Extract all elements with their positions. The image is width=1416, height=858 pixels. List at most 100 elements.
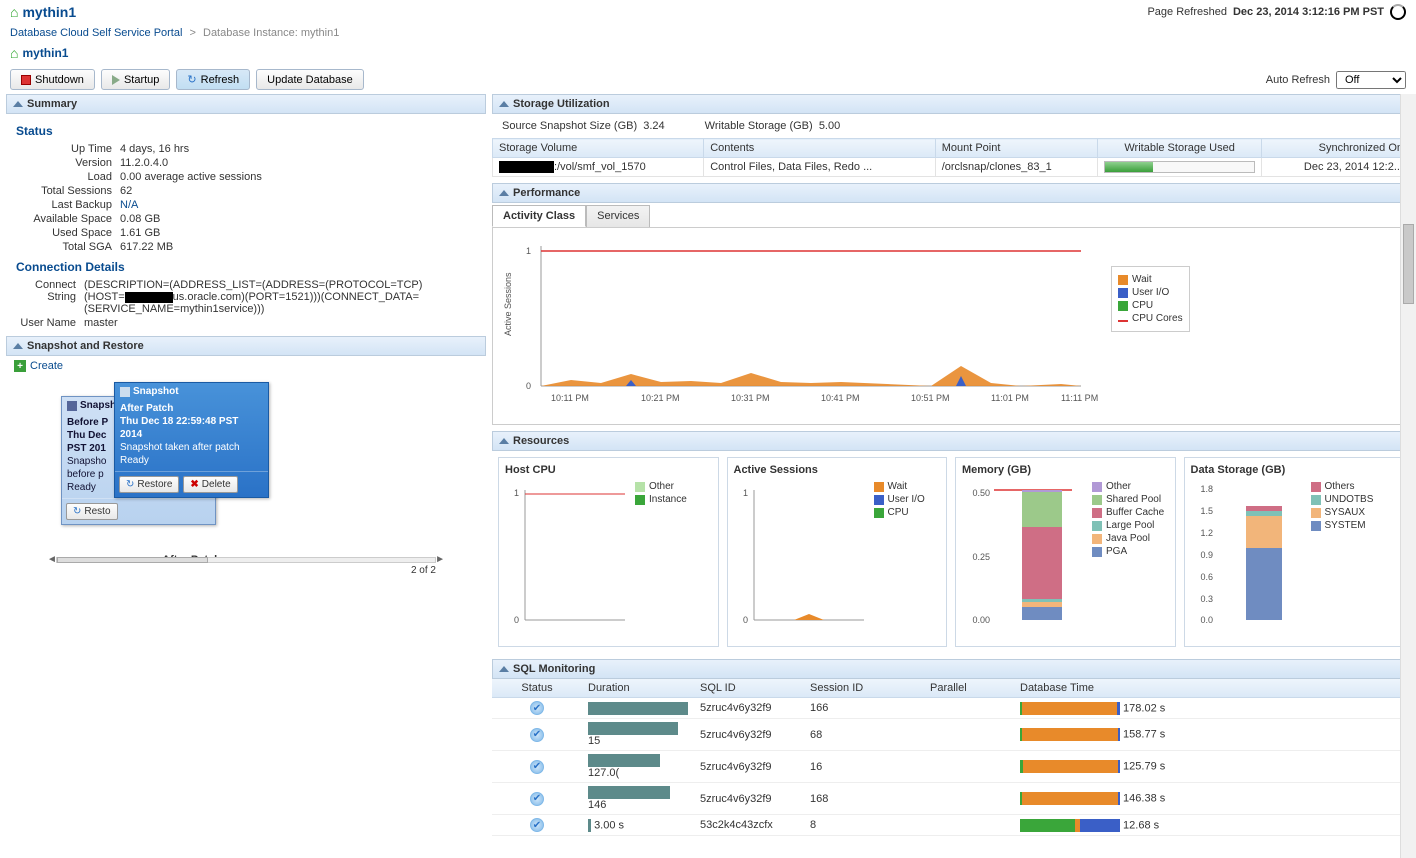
svg-text:1.8: 1.8 — [1200, 484, 1213, 494]
svg-text:11:11 PM: 11:11 PM — [1061, 393, 1098, 403]
svg-text:0.9: 0.9 — [1200, 550, 1213, 560]
sga-value: 617.22 MB — [120, 241, 173, 253]
svg-text:0.6: 0.6 — [1200, 572, 1213, 582]
plus-icon: + — [14, 360, 26, 372]
version-value: 11.2.0.4.0 — [120, 157, 168, 169]
check-icon: ✔ — [530, 701, 544, 715]
table-row[interactable]: ✔ 146 5zruc4v6y32f9168 146.38 s — [492, 783, 1410, 815]
svg-text:1.5: 1.5 — [1200, 506, 1213, 516]
tab-activity-class[interactable]: Activity Class — [492, 205, 586, 227]
svg-text:1.2: 1.2 — [1200, 528, 1213, 538]
table-row[interactable]: ✔ 127.0( 5zruc4v6y32f916 125.79 s — [492, 751, 1410, 783]
load-value: 0.00 average active sessions — [120, 171, 262, 183]
sql-monitoring-panel-header: SQL Monitoring — [492, 659, 1410, 679]
active-sessions-card: Active Sessions 10 WaitUser I/OCPU — [727, 457, 948, 647]
summary-panel-header: Summary — [6, 94, 486, 114]
storage-used-bar — [1104, 161, 1254, 173]
create-snapshot-link[interactable]: +Create — [6, 356, 486, 376]
svg-text:0: 0 — [514, 615, 519, 625]
collapse-icon[interactable] — [499, 190, 509, 196]
page-title-text: mythin1 — [22, 4, 76, 20]
svg-text:1: 1 — [742, 488, 747, 498]
refresh-icon: ↻ — [187, 73, 196, 86]
redacted-host — [125, 292, 173, 303]
svg-text:0: 0 — [742, 615, 747, 625]
shutdown-button[interactable]: Shutdown — [10, 69, 95, 90]
vertical-scrollbar[interactable] — [1400, 94, 1416, 858]
refresh-button[interactable]: ↻Refresh — [176, 69, 250, 90]
table-row[interactable]: ✔ 15 5zruc4v6y32f968 158.77 s — [492, 719, 1410, 751]
status-heading: Status — [16, 120, 476, 142]
svg-text:0.3: 0.3 — [1200, 594, 1213, 604]
svg-text:0.25: 0.25 — [972, 552, 990, 562]
table-row[interactable]: :/vol/smf_vol_1570 Control Files, Data F… — [493, 158, 1410, 177]
update-database-button[interactable]: Update Database — [256, 69, 364, 90]
startup-button[interactable]: Startup — [101, 69, 170, 90]
restore-button[interactable]: ↻Restore — [119, 476, 179, 493]
delete-button[interactable]: ✖Delete — [183, 476, 237, 493]
pager-count: 2 of 2 — [56, 563, 436, 576]
stop-icon — [21, 75, 31, 85]
svg-text:10:21 PM: 10:21 PM — [641, 393, 680, 403]
svg-text:10:31 PM: 10:31 PM — [731, 393, 770, 403]
svg-text:1: 1 — [526, 246, 531, 256]
check-icon: ✔ — [530, 728, 544, 742]
snapshot-card-front[interactable]: Snapshot After Patch Thu Dec 18 22:59:48… — [114, 382, 269, 498]
refresh-icon[interactable] — [1390, 4, 1406, 20]
redacted-volume — [499, 161, 554, 173]
svg-text:0.50: 0.50 — [972, 488, 990, 498]
available-space-value: 0.08 GB — [120, 213, 160, 225]
storage-table: Storage Volume Contents Mount Point Writ… — [492, 138, 1410, 177]
svg-text:10:51 PM: 10:51 PM — [911, 393, 950, 403]
snapshot-size-value: 3.24 — [643, 120, 664, 132]
memory-card: Memory (GB) 0.50 0.25 0.00 Other — [955, 457, 1176, 647]
svg-text:Active Sessions: Active Sessions — [503, 272, 513, 336]
db-icon — [67, 401, 77, 411]
instance-subheader: ⌂ mythin1 — [0, 45, 1416, 65]
table-row[interactable]: ✔ 5zruc4v6y32f9166 178.02 s — [492, 698, 1410, 719]
collapse-icon[interactable] — [499, 666, 509, 672]
collapse-icon[interactable] — [13, 343, 23, 349]
check-icon: ✔ — [530, 760, 544, 774]
sessions-value: 62 — [120, 185, 132, 197]
username-value: master — [84, 317, 118, 329]
svg-text:0.0: 0.0 — [1200, 615, 1213, 625]
sql-monitoring-table: Status Duration SQL ID Session ID Parall… — [492, 679, 1410, 836]
table-row[interactable]: ✔ 3.00 s 53c2k4c43zcfx8 12.68 s — [492, 815, 1410, 836]
auto-refresh-label: Auto Refresh — [1266, 74, 1330, 86]
db-icon — [120, 387, 130, 397]
svg-text:11:01 PM: 11:01 PM — [991, 393, 1029, 403]
collapse-icon[interactable] — [13, 101, 23, 107]
svg-text:1: 1 — [514, 488, 519, 498]
host-cpu-card: Host CPU 10 OtherInstance — [498, 457, 719, 647]
snapshot-pager[interactable]: ◄► 2 of 2 — [56, 557, 436, 576]
check-icon: ✔ — [530, 792, 544, 806]
snapshot-panel-header: Snapshot and Restore — [6, 336, 486, 356]
resources-panel-header: Resources — [492, 431, 1410, 451]
performance-panel-header: Performance — [492, 183, 1410, 203]
activity-chart-svg: Active Sessions 1 0 10:11 PM10:21 PM10:3… — [501, 236, 1101, 416]
collapse-icon[interactable] — [499, 101, 509, 107]
breadcrumb-current: Database Instance: mythin1 — [203, 27, 339, 39]
home-icon: ⌂ — [10, 4, 18, 20]
used-space-value: 1.61 GB — [120, 227, 160, 239]
performance-legend: Wait User I/O CPU CPU Cores — [1111, 266, 1190, 332]
performance-chart: Active Sessions 1 0 10:11 PM10:21 PM10:3… — [492, 227, 1410, 425]
last-backup-value[interactable]: N/A — [120, 199, 138, 211]
data-storage-card: Data Storage (GB) 1.8 1.5 1.2 0.9 0.6 0.… — [1184, 457, 1405, 647]
restore-button[interactable]: ↻Resto — [66, 503, 118, 520]
page-refreshed-info: Page Refreshed Dec 23, 2014 3:12:16 PM P… — [1147, 4, 1406, 20]
svg-text:0: 0 — [526, 381, 531, 391]
storage-panel-header: Storage Utilization — [492, 94, 1410, 114]
collapse-icon[interactable] — [499, 438, 509, 444]
writable-storage-value: 5.00 — [819, 120, 840, 132]
svg-text:0.00: 0.00 — [972, 615, 990, 625]
tab-services[interactable]: Services — [586, 205, 650, 227]
check-icon: ✔ — [530, 818, 544, 832]
home-icon: ⌂ — [10, 45, 18, 61]
connection-details-heading: Connection Details — [16, 254, 476, 278]
auto-refresh-select[interactable]: Off — [1336, 71, 1406, 89]
svg-text:10:41 PM: 10:41 PM — [821, 393, 860, 403]
breadcrumb-root[interactable]: Database Cloud Self Service Portal — [10, 27, 182, 39]
connect-string: (DESCRIPTION=(ADDRESS_LIST=(ADDRESS=(PRO… — [84, 279, 422, 315]
